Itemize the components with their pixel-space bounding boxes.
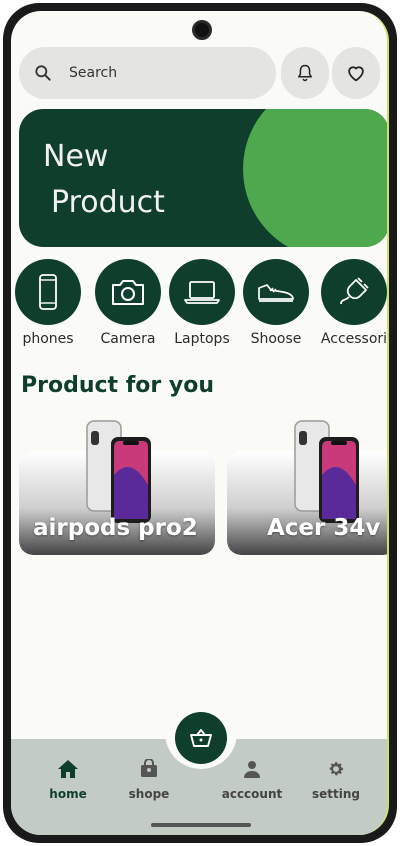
nav-account[interactable]: acccount — [217, 759, 287, 801]
nav-shope[interactable]: shope — [114, 758, 184, 801]
person-icon — [244, 761, 260, 778]
nav-label: setting — [312, 787, 360, 801]
heart-icon — [348, 66, 364, 82]
product-image — [86, 420, 151, 523]
category-laptops[interactable]: Laptops — [165, 259, 239, 347]
laptop-icon — [184, 281, 220, 304]
category-label: phones — [22, 331, 74, 347]
shoe-icon — [258, 284, 294, 302]
category-label: Shoose — [250, 331, 302, 347]
category-shoose[interactable]: Shoose — [239, 259, 313, 347]
shop-bag-icon — [141, 758, 157, 777]
cart-button[interactable] — [175, 712, 227, 764]
category-phones[interactable]: phones — [11, 259, 85, 347]
product-image — [294, 420, 359, 523]
basket-icon — [190, 729, 212, 747]
phone-icon — [39, 274, 57, 310]
product-title: Acer 34v — [267, 515, 381, 541]
nav-label: acccount — [221, 787, 283, 801]
banner-title-line2: Product — [51, 185, 165, 220]
category-camera[interactable]: Camera — [91, 259, 165, 347]
camera-icon — [112, 280, 144, 305]
nav-setting[interactable]: setting — [301, 759, 371, 801]
phone-frame: Search New Product phones Camera Laptops… — [3, 3, 397, 843]
nav-label: shope — [128, 787, 170, 801]
product-card[interactable]: airpods pro2 — [19, 415, 215, 555]
gear-icon — [329, 762, 344, 776]
new-product-banner[interactable]: New Product — [19, 109, 387, 247]
category-list: phones Camera Laptops Shoose Accessori — [11, 259, 388, 351]
banner-decoration — [243, 109, 387, 247]
nav-home[interactable]: home — [33, 759, 103, 801]
banner-title-line1: New — [43, 139, 109, 174]
bell-icon — [298, 64, 312, 82]
search-icon — [35, 65, 51, 81]
product-title: airpods pro2 — [33, 515, 198, 541]
category-label: Camera — [100, 331, 156, 347]
plug-icon — [340, 277, 369, 305]
app-screen: Search New Product phones Camera Laptops… — [11, 11, 389, 835]
gesture-home-bar[interactable] — [151, 823, 251, 827]
home-icon — [58, 760, 78, 778]
front-camera — [192, 20, 212, 40]
notifications-button[interactable] — [281, 47, 329, 99]
section-title: Product for you — [21, 373, 215, 398]
favorites-button[interactable] — [332, 47, 380, 99]
category-label: Accessori — [320, 331, 388, 347]
search-placeholder: Search — [69, 65, 118, 81]
search-bar[interactable]: Search — [19, 47, 276, 99]
product-card[interactable]: Acer 34v — [227, 415, 387, 555]
category-label: Laptops — [174, 331, 230, 347]
category-accessories[interactable]: Accessori — [317, 259, 388, 347]
nav-label: home — [49, 787, 87, 801]
